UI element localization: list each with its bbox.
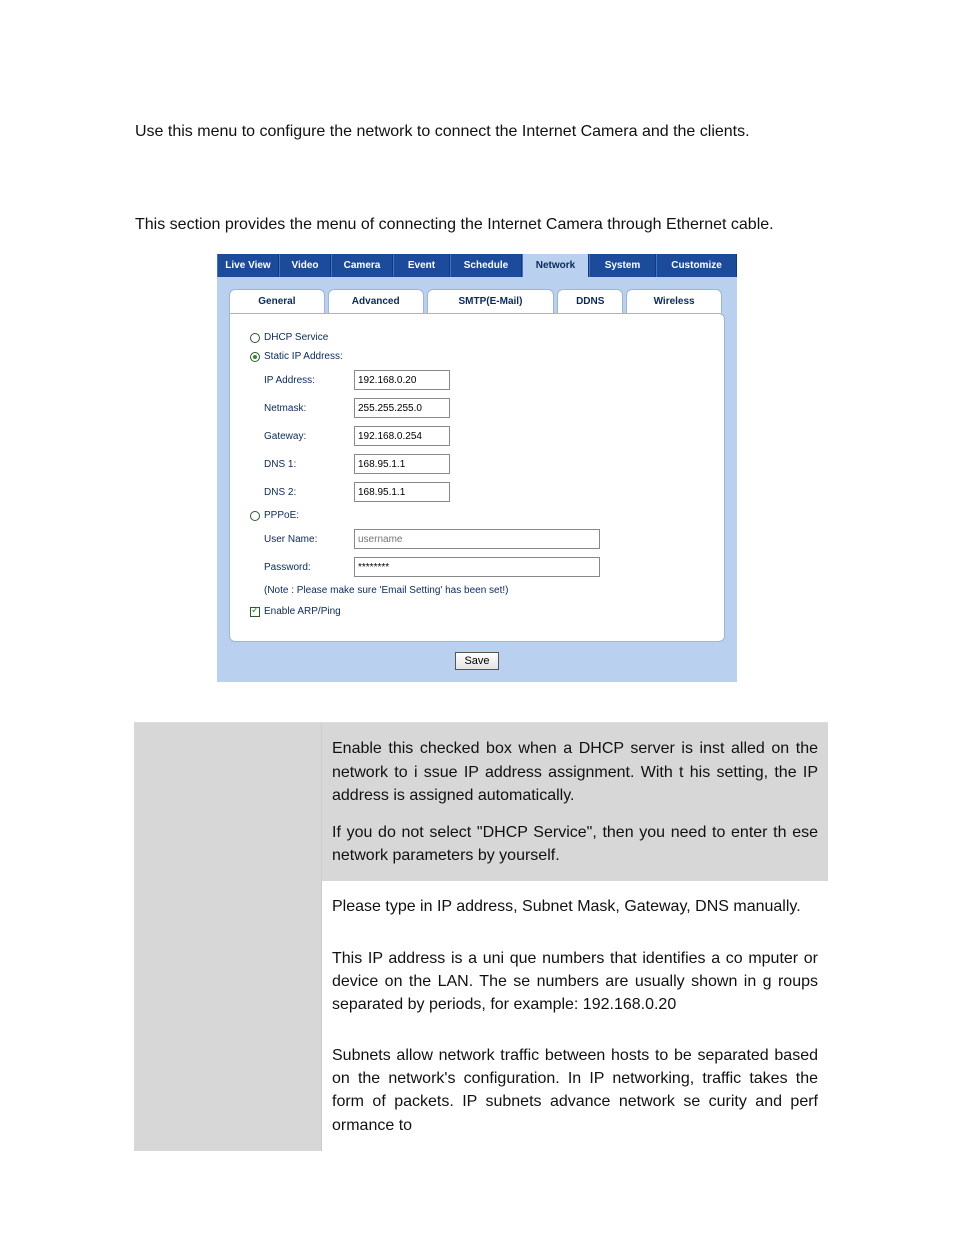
username-label: User Name: <box>264 534 354 545</box>
tab-network[interactable]: Network <box>522 254 589 277</box>
radio-icon <box>250 333 260 343</box>
intro-paragraph: Use this menu to configure the network t… <box>135 120 819 143</box>
subtab-smtp[interactable]: SMTP(E-Mail) <box>427 289 555 313</box>
main-tab-bar: Live View Video Camera Event Schedule Ne… <box>217 254 737 277</box>
netmask-input[interactable] <box>354 398 450 418</box>
dns2-input[interactable] <box>354 482 450 502</box>
desc-netmask-p1: Subnets allow network traffic between ho… <box>332 1044 818 1137</box>
desc-dhcp-p2: If you do not select "DHCP Service", the… <box>332 821 818 867</box>
save-button[interactable]: Save <box>455 652 498 670</box>
subtab-general[interactable]: General <box>229 289 325 313</box>
gateway-label: Gateway: <box>264 431 354 442</box>
description-table: Enable this checked box when a DHCP serv… <box>134 722 828 1150</box>
radio-icon <box>250 352 260 362</box>
checkbox-icon <box>250 607 260 617</box>
sub-tab-bar: General Advanced SMTP(E-Mail) DDNS Wirel… <box>229 289 725 313</box>
desc-left-ip <box>134 933 322 1031</box>
ip-input[interactable] <box>354 370 450 390</box>
subtab-wireless[interactable]: Wireless <box>626 289 722 313</box>
password-input[interactable] <box>354 557 600 577</box>
dhcp-label: DHCP Service <box>264 332 328 343</box>
tab-system[interactable]: System <box>589 254 656 277</box>
netmask-label: Netmask: <box>264 403 354 414</box>
gateway-input[interactable] <box>354 426 450 446</box>
dhcp-radio-row[interactable]: DHCP Service <box>250 332 704 343</box>
username-input[interactable] <box>354 529 600 549</box>
static-label: Static IP Address: <box>264 351 343 362</box>
dns2-label: DNS 2: <box>264 487 354 498</box>
ip-label: IP Address: <box>264 375 354 386</box>
pppoe-radio-row[interactable]: PPPoE: <box>250 510 704 521</box>
arp-check-row[interactable]: Enable ARP/Ping <box>250 606 704 617</box>
desc-ip-p1: This IP address is a uni que numbers tha… <box>332 947 818 1017</box>
subtab-ddns[interactable]: DDNS <box>557 289 623 313</box>
static-radio-row[interactable]: Static IP Address: <box>250 351 704 362</box>
dns1-input[interactable] <box>354 454 450 474</box>
tab-event[interactable]: Event <box>393 254 450 277</box>
arp-label: Enable ARP/Ping <box>264 606 341 617</box>
dns1-label: DNS 1: <box>264 459 354 470</box>
general-form-panel: DHCP Service Static IP Address: IP Addre… <box>229 313 725 642</box>
desc-left-netmask <box>134 1030 322 1151</box>
desc-left-dhcp <box>134 723 322 881</box>
desc-static-p1: Please type in IP address, Subnet Mask, … <box>332 895 818 918</box>
tab-customize[interactable]: Customize <box>656 254 737 277</box>
tab-camera[interactable]: Camera <box>331 254 393 277</box>
network-settings-ui: Live View Video Camera Event Schedule Ne… <box>217 254 737 682</box>
pppoe-label: PPPoE: <box>264 510 299 521</box>
tab-schedule[interactable]: Schedule <box>450 254 522 277</box>
password-label: Password: <box>264 562 354 573</box>
desc-left-static <box>134 881 322 932</box>
subtab-advanced[interactable]: Advanced <box>328 289 424 313</box>
tab-live-view[interactable]: Live View <box>217 254 279 277</box>
tab-video[interactable]: Video <box>279 254 331 277</box>
general-paragraph: This section provides the menu of connec… <box>135 213 819 236</box>
desc-dhcp-p1: Enable this checked box when a DHCP serv… <box>332 737 818 807</box>
email-note: (Note : Please make sure 'Email Setting'… <box>250 585 704 596</box>
radio-icon <box>250 511 260 521</box>
